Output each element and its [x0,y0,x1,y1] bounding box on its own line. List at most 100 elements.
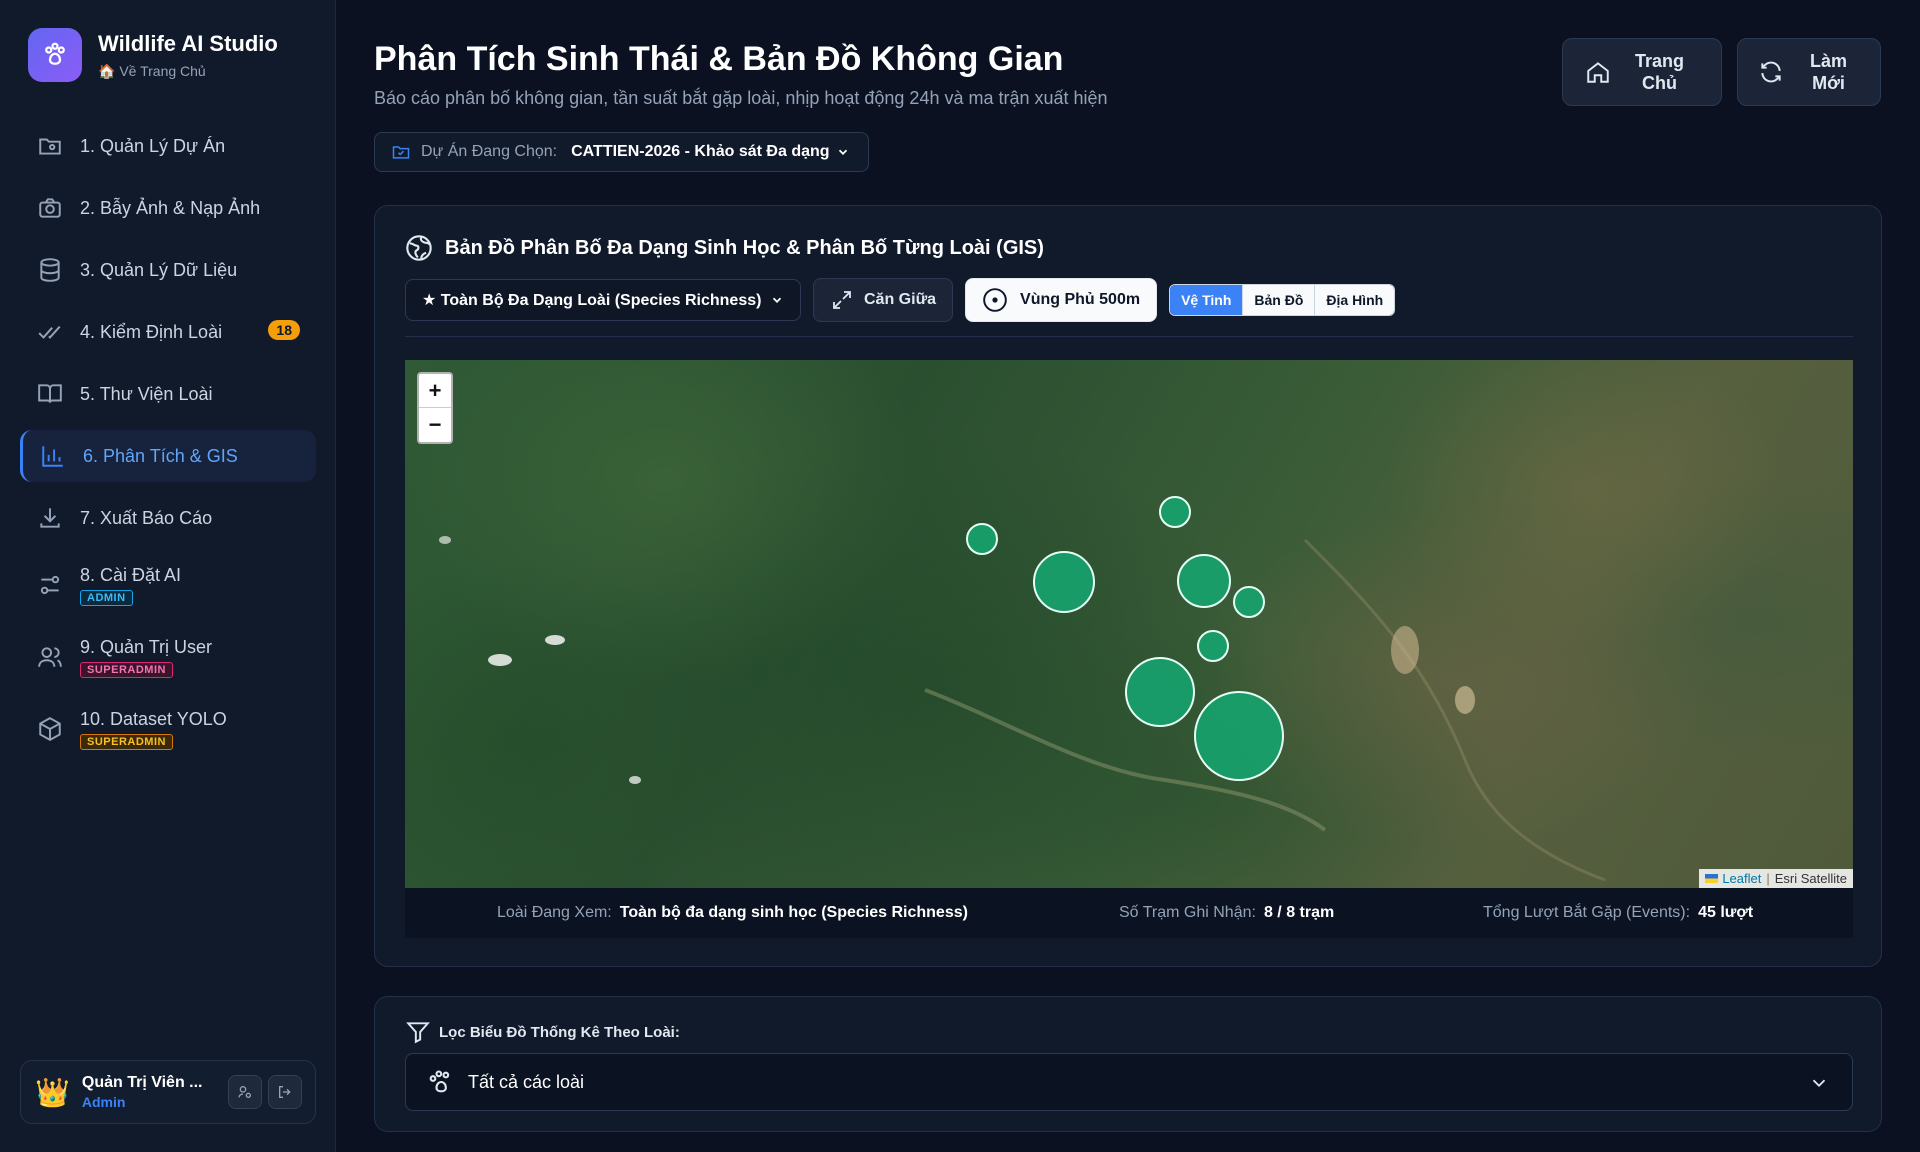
sidebar-item-export[interactable]: 7. Xuất Báo Cáo [20,492,316,544]
refresh-icon [1761,61,1781,83]
chevron-down-icon [839,149,848,155]
book-icon [36,380,64,408]
superadmin-role-tag: SUPERADMIN [80,661,173,678]
sidebar-item-label: 8. Cài Đặt AI [80,564,182,585]
station-marker[interactable] [1033,551,1095,613]
sidebar-item-label: 9. Quản Trị User [80,636,213,657]
crown-avatar-icon: 👑 [35,1076,70,1108]
page-subtitle: Báo cáo phân bố không gian, tần suất bắt… [374,88,1108,108]
filter-label: Lọc Biểu Đồ Thống Kê Theo Loài: [439,1023,680,1041]
zoom-control: + − [417,372,453,444]
sidebar-item-user-admin[interactable]: 9. Quản Trị User SUPERADMIN [20,626,316,688]
terrain-texture [439,536,1606,882]
project-label: Dự Án Đang Chọn: [421,143,558,160]
stations-label: Số Trạm Ghi Nhận: [1119,904,1256,921]
users-icon [36,643,64,671]
sidebar-item-dataset[interactable]: 10. Dataset YOLO SUPERADMIN [20,698,316,760]
user-card: 👑 Quản Trị Viên ... Admin [20,1060,316,1124]
sidebar-item-label: 4. Kiểm Định Loài [80,321,223,342]
project-value: CATTIEN-2026 - Khảo sát Đa dạng [571,143,830,160]
sidebar-item-label: 2. Bẫy Ảnh & Nạp Ảnh [80,197,261,218]
home-link[interactable]: 🏠 Về Trang Chủ [98,63,278,80]
species-filter-select[interactable]: Tất cả các loài [405,1053,1853,1111]
sidebar-item-label: 10. Dataset YOLO [80,708,227,729]
sidebar: Wildlife AI Studio 🏠 Về Trang Chủ 1. Quả… [0,0,336,1152]
paw-icon [429,1070,450,1093]
layer-satellite-button[interactable]: Vệ Tinh [1170,285,1243,315]
station-marker[interactable] [1177,554,1231,608]
chevron-down-icon [1812,1079,1826,1088]
brand[interactable]: Wildlife AI Studio 🏠 Về Trang Chủ [28,28,278,82]
chevron-down-icon [772,297,782,303]
globe-icon [406,235,432,261]
home-button[interactable]: Trang Chủ [1562,38,1722,106]
species-filter-value: Tất cả các loài [468,1071,585,1092]
superadmin-role-tag: SUPERADMIN [80,733,173,750]
species-viewing-value: Toàn bộ đa dạng sinh học (Species Richne… [619,904,968,921]
brand-title: Wildlife AI Studio [98,30,278,56]
sidebar-item-label: 3. Quản Lý Dữ Liệu [80,259,238,280]
layer-map-button[interactable]: Bản Đồ [1242,285,1315,315]
events-value: 45 lượt [1698,904,1754,921]
download-icon [36,504,64,532]
events-label: Tổng Lượt Bắt Gặp (Events): [1483,904,1691,921]
species-viewing-label: Loài Đang Xem: [497,904,612,921]
pending-count-badge: 18 [268,320,300,340]
center-map-label: Căn Giữa [864,291,937,308]
home-button-label: Chủ [1642,73,1677,93]
stations-value: 8 / 8 trạm [1263,904,1335,921]
chart-filter-panel: Lọc Biểu Đồ Thống Kê Theo Loài: Tất cả c… [374,996,1882,1132]
satellite-map[interactable]: + − Leaflet | Esri Satellite [405,360,1853,888]
sidebar-item-camera-traps[interactable]: 2. Bẫy Ảnh & Nạp Ảnh [20,182,316,234]
layer-terrain-button[interactable]: Địa Hình [1314,285,1395,315]
station-marker[interactable] [1194,691,1284,781]
station-marker[interactable] [1159,496,1191,528]
station-marker[interactable] [1125,657,1195,727]
sidebar-item-data[interactable]: 3. Quản Lý Dữ Liệu [20,244,316,296]
sidebar-item-ai-settings[interactable]: 8. Cài Đặt AI ADMIN [20,554,316,616]
filter-icon [406,1022,430,1044]
logout-icon [278,1086,291,1098]
sidebar-item-library[interactable]: 5. Thư Viện Loài [20,368,316,420]
camera-icon [36,194,64,222]
sidebar-item-projects[interactable]: 1. Quản Lý Dự Án [20,120,316,172]
project-select[interactable]: Dự Án Đang Chọn: CATTIEN-2026 - Khảo sát… [374,132,869,172]
map-toolbar: ★ Toàn Bộ Đa Dạng Loài (Species Richness… [405,278,1396,322]
logout-button[interactable] [267,1075,302,1109]
admin-role-tag: ADMIN [80,589,133,606]
ukraine-flag-icon [1705,874,1719,883]
package-icon [36,715,64,743]
refresh-button[interactable]: Làm Mới [1737,38,1881,106]
coverage-toggle-button[interactable]: Vùng Phủ 500m [965,278,1158,322]
species-select-value: ★ Toàn Bộ Đa Dạng Loài (Species Richness… [422,292,762,309]
sidebar-item-analytics[interactable]: 6. Phân Tích & GIS [20,430,316,482]
sidebar-item-label: 5. Thư Viện Loài [80,383,213,404]
refresh-button-label: Mới [1812,73,1845,93]
zoom-in-button[interactable]: + [419,374,451,408]
page-title: Phân Tích Sinh Thái & Bản Đồ Không Gian [374,40,1064,78]
folder-check-icon [392,146,410,159]
center-map-button[interactable]: Căn Giữa [813,278,954,322]
station-marker[interactable] [1233,586,1265,618]
map-stats-bar: Loài Đang Xem: Toàn bộ đa dạng sinh học … [405,888,1853,938]
station-marker[interactable] [966,523,998,555]
double-check-icon [36,318,64,346]
sidebar-item-verification[interactable]: 4. Kiểm Định Loài 18 [20,306,316,358]
map-attribution: Leaflet | Esri Satellite [1699,869,1853,888]
user-settings-icon [238,1086,251,1098]
map-panel-title: Bản Đồ Phân Bố Đa Dạng Sinh Học & Phân B… [445,236,1044,259]
station-marker[interactable] [1197,630,1229,662]
database-icon [36,256,64,284]
user-role: Admin [81,1094,126,1110]
sidebar-item-label: 1. Quản Lý Dự Án [80,135,226,156]
divider [405,336,1853,337]
gis-map-panel: Bản Đồ Phân Bố Đa Dạng Sinh Học & Phân B… [374,205,1882,967]
profile-button[interactable] [227,1075,262,1109]
species-select[interactable]: ★ Toàn Bộ Đa Dạng Loài (Species Richness… [405,279,801,321]
target-circle-icon [983,288,1007,312]
tile-source: Esri Satellite [1774,871,1847,886]
user-name: Quản Trị Viên ... [81,1074,203,1091]
leaflet-link[interactable]: Leaflet [1722,871,1761,886]
sidebar-nav: 1. Quản Lý Dự Án 2. Bẫy Ảnh & Nạp Ảnh 3.… [20,120,316,770]
zoom-out-button[interactable]: − [419,408,451,442]
